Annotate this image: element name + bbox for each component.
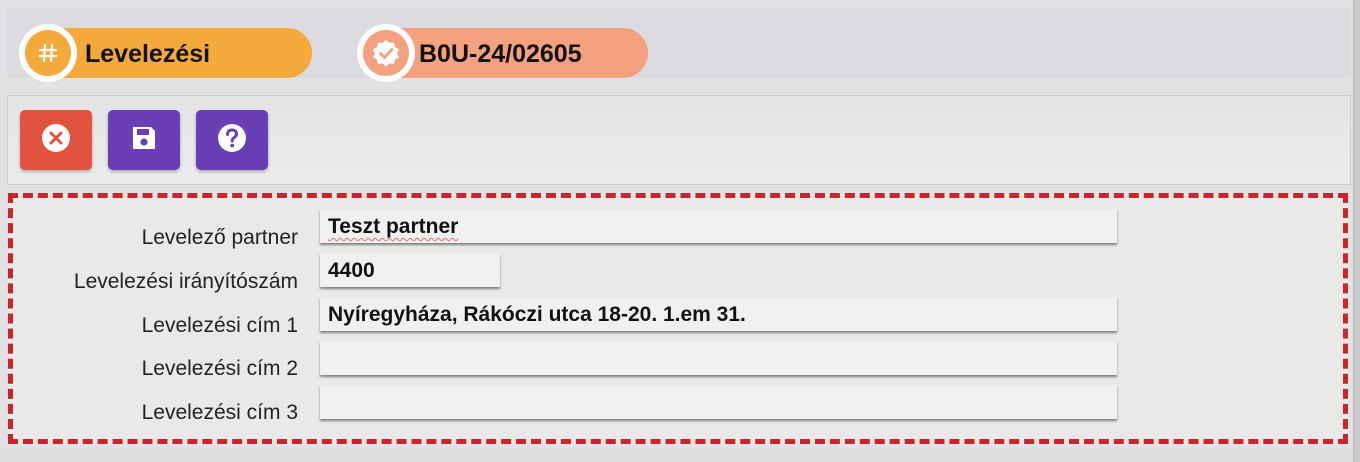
close-circle-icon xyxy=(41,123,71,158)
tag-icon-ring xyxy=(357,24,415,82)
zip-label: Levelezési irányítószám xyxy=(73,270,298,293)
address1-label: Levelezési cím 1 xyxy=(141,314,298,337)
cancel-button[interactable] xyxy=(20,110,92,170)
toolbar xyxy=(7,95,1351,185)
tag-label: B0U-24/02605 xyxy=(419,40,582,68)
partner-value: Teszt partner xyxy=(328,215,459,238)
help-button[interactable] xyxy=(196,110,268,170)
tag-label: Levelezési xyxy=(85,40,211,68)
save-button[interactable] xyxy=(108,110,180,170)
tag-document-number[interactable]: B0U-24/02605 xyxy=(357,24,648,82)
bottom-strip xyxy=(0,448,1353,462)
zip-field[interactable]: 4400 xyxy=(320,253,500,287)
address1-field[interactable]: Nyíregyháza, Rákóczi utca 18-20. 1.em 31… xyxy=(320,297,1117,331)
tag-levelezesi[interactable]: Levelezési xyxy=(19,24,312,82)
window-frame: Levelezési B0U-24/02605 Levelező partner… xyxy=(0,0,1354,462)
tag-icon-ring xyxy=(19,24,77,82)
address1-value: Nyíregyháza, Rákóczi utca 18-20. 1.em 31… xyxy=(328,303,746,326)
partner-field[interactable]: Teszt partner xyxy=(320,209,1117,243)
zip-value: 4400 xyxy=(328,259,375,282)
mailing-address-form: Levelező partner Teszt partner Levelezés… xyxy=(8,193,1348,444)
address3-field[interactable] xyxy=(320,385,1117,419)
address2-label: Levelezési cím 2 xyxy=(141,357,298,380)
tag-bar: Levelezési B0U-24/02605 xyxy=(7,8,1351,82)
hash-icon xyxy=(25,30,71,76)
address3-label: Levelezési cím 3 xyxy=(141,401,298,424)
verified-badge-icon xyxy=(363,30,409,76)
help-icon xyxy=(217,123,247,158)
partner-label: Levelező partner xyxy=(141,226,298,249)
address2-field[interactable] xyxy=(320,341,1117,375)
save-icon xyxy=(130,124,158,157)
